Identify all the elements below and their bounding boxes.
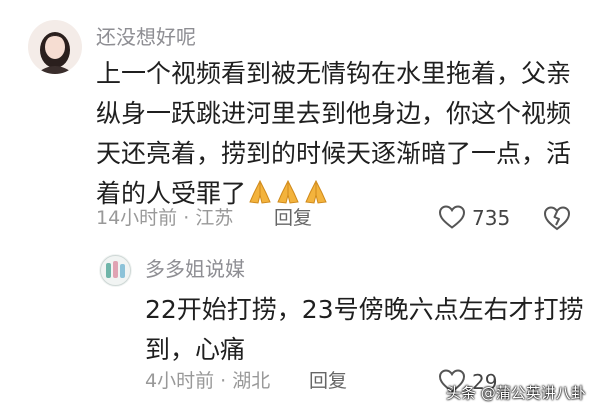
reply-location: 湖北	[232, 370, 271, 392]
reply-line: 到，心痛	[145, 335, 246, 364]
dislike-button[interactable]	[541, 202, 573, 234]
watermark: 头条 @蒲公英讲八卦	[446, 384, 586, 402]
avatar[interactable]	[28, 20, 82, 74]
praying-hands-icon	[249, 179, 271, 204]
comment-location: 江苏	[195, 207, 234, 229]
comment-line: 上一个视频看到被无情钩在水里拖着，父亲	[96, 59, 572, 88]
comment-username[interactable]: 还没想好呢	[96, 24, 196, 50]
comment-line: 天还亮着，捞到的时候天逐渐暗了一点，活	[96, 139, 572, 168]
reply-time: 4小时前	[145, 370, 215, 392]
praying-hands-icon	[305, 179, 327, 204]
reply-line: 22开始打捞，23号傍晚六点左右才打捞	[145, 295, 584, 324]
comment-line: 纵身一跃跳进河里去到他身边，你这个视频	[96, 99, 572, 128]
reply-username[interactable]: 多多姐说媒	[145, 256, 245, 282]
reply-text: 22开始打捞，23号傍晚六点左右才打捞 到，心痛	[145, 290, 585, 370]
like-count: 735	[472, 206, 511, 230]
heart-outline-icon	[438, 205, 466, 229]
comment-time: 14小时前	[96, 207, 178, 229]
reply-button[interactable]: 回复	[309, 369, 347, 393]
comment-meta: 14小时前 · 江苏	[96, 207, 234, 229]
comment-line: 着的人受罪了	[96, 179, 247, 208]
comment-text: 上一个视频看到被无情钩在水里拖着，父亲 纵身一跃跳进河里去到他身边，你这个视频 …	[96, 54, 578, 214]
avatar[interactable]	[99, 254, 132, 287]
praying-hands-icon	[277, 179, 299, 204]
reply-meta: 4小时前 · 湖北	[145, 370, 271, 392]
like-button[interactable]	[437, 202, 467, 232]
reply-button[interactable]: 回复	[274, 206, 312, 230]
broken-heart-icon	[543, 206, 571, 231]
